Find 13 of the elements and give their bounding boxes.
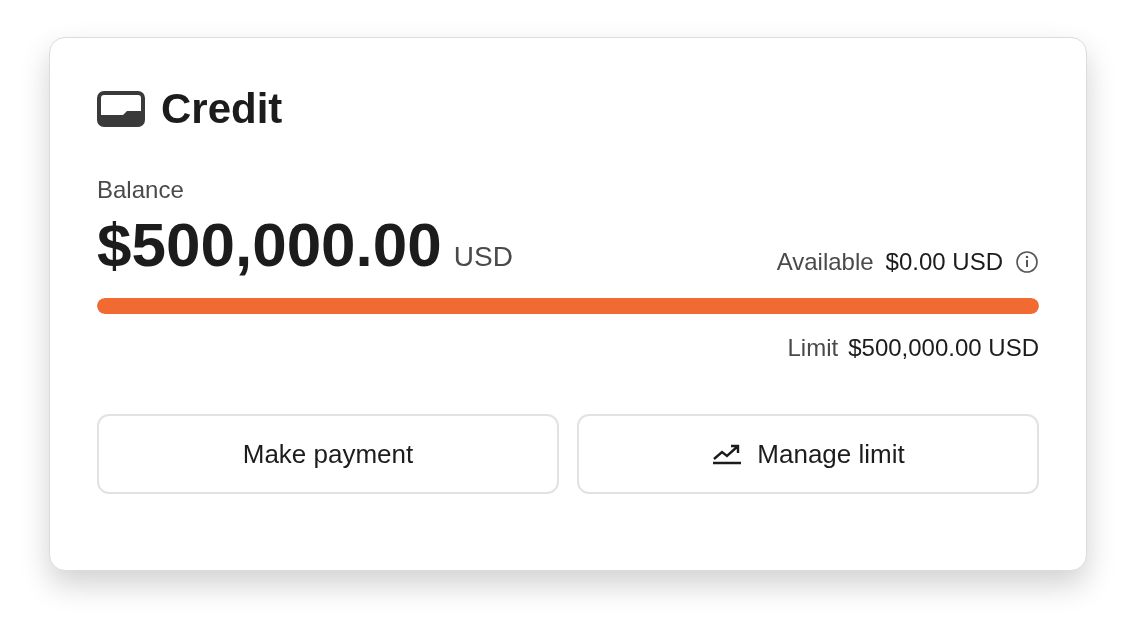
card-icon [97, 91, 145, 127]
make-payment-button[interactable]: Make payment [97, 414, 559, 494]
available-value: $0.00 USD [885, 250, 1003, 274]
balance-currency: USD [453, 243, 513, 271]
trend-up-icon [711, 443, 744, 465]
manage-limit-button[interactable]: Manage limit [577, 414, 1039, 494]
info-icon[interactable] [1015, 250, 1039, 274]
balance-label: Balance [97, 178, 185, 202]
limit-value: $500,000.00 USD [848, 336, 1039, 360]
limit-label: Limit [787, 336, 839, 360]
balance-amount: $500,000.00 [97, 214, 442, 276]
card-title: Credit [161, 88, 283, 130]
available-label: Available [776, 250, 874, 274]
